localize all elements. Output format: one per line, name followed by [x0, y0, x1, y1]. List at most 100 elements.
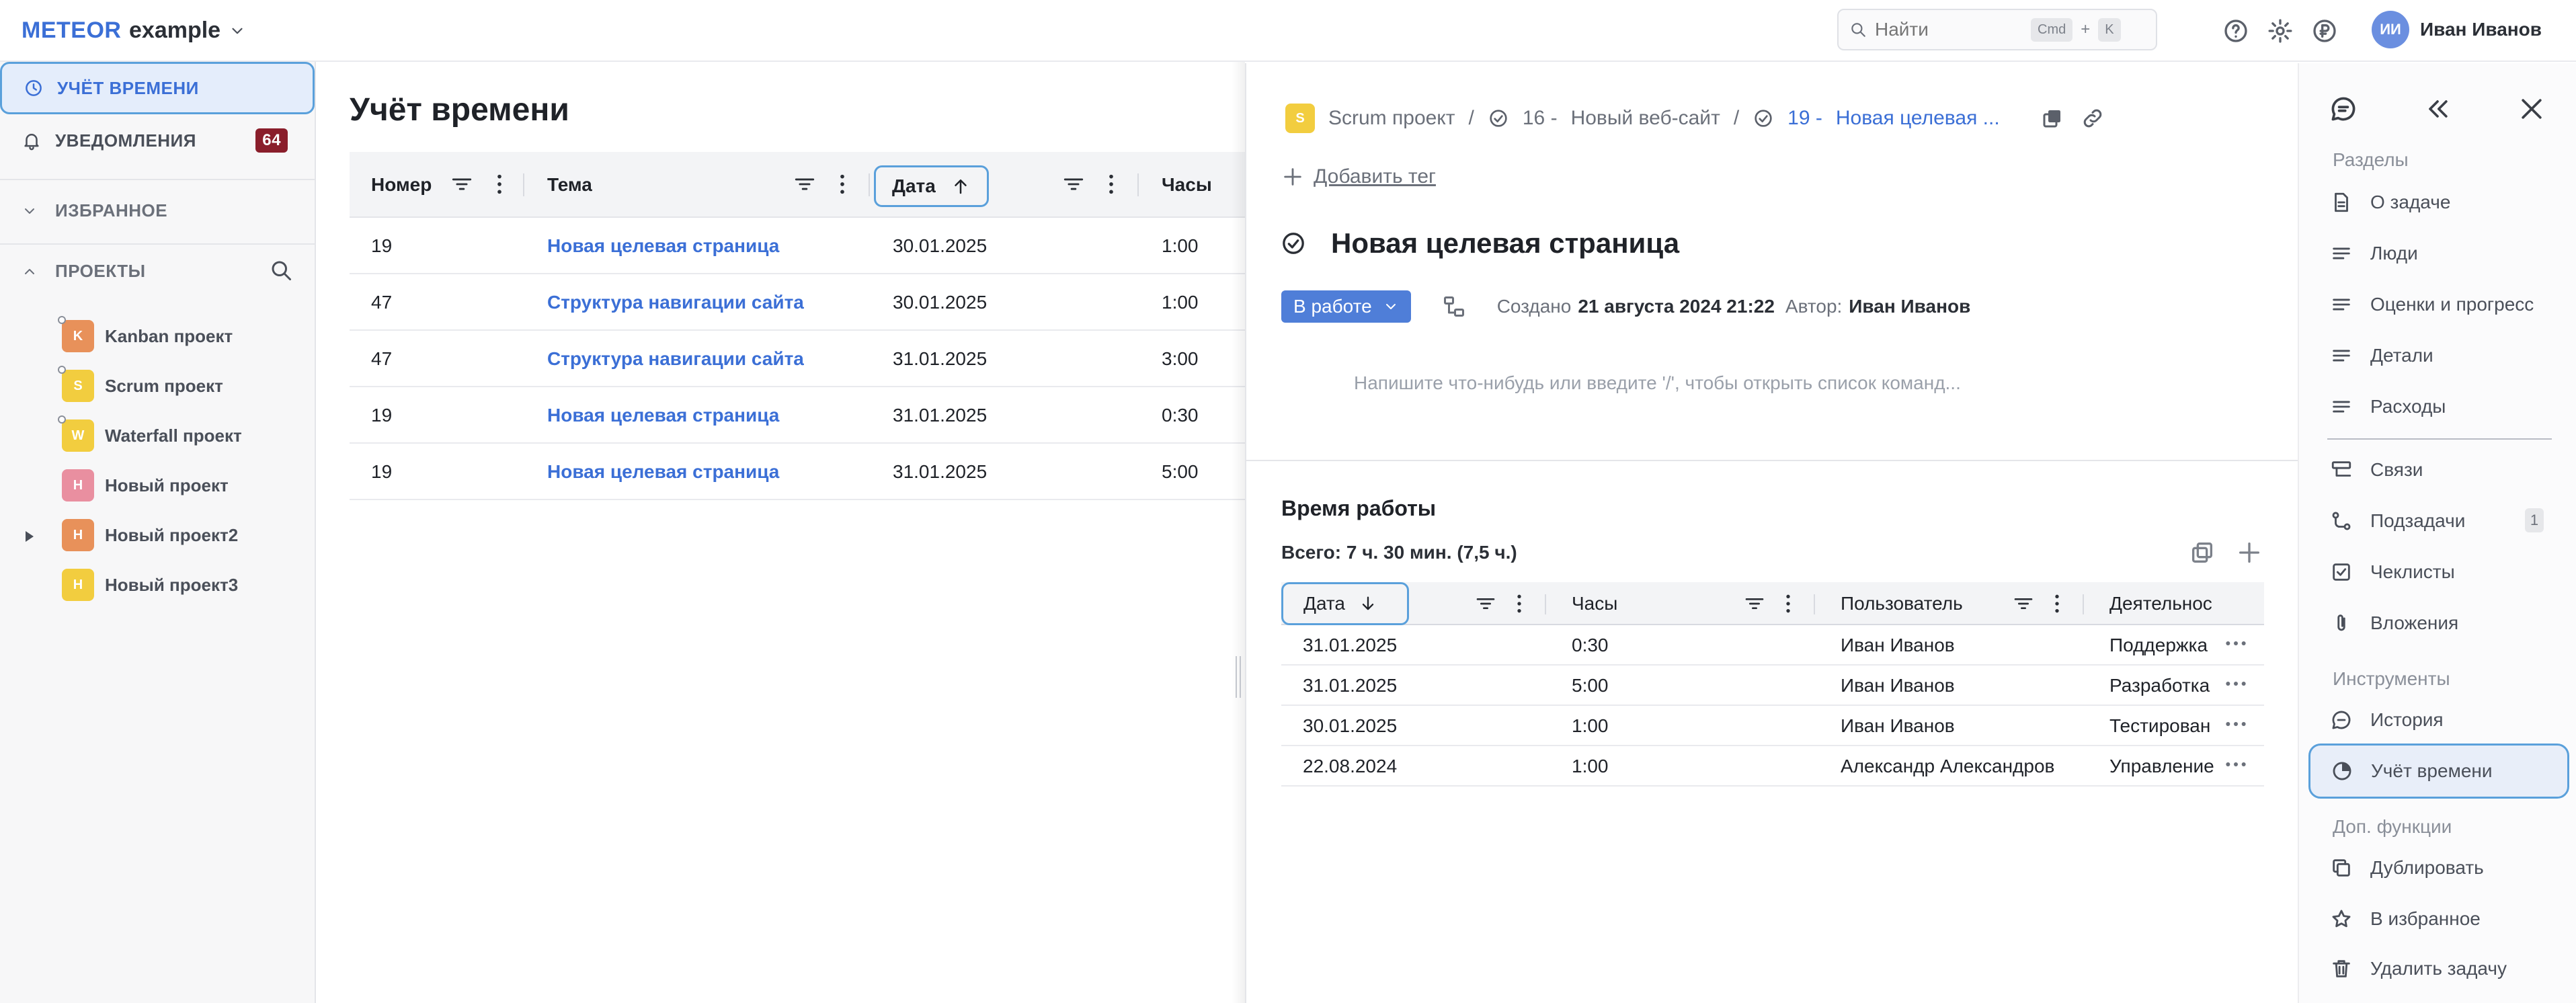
rail-item-delete[interactable]: Удалить задачу	[2330, 957, 2507, 980]
description-editor[interactable]: Напишите что-нибудь или введите '/', что…	[1354, 372, 1961, 394]
more-vertical-icon[interactable]	[1508, 590, 1530, 617]
table-row[interactable]: 19 Новая целевая страница 31.01.2025 5:0…	[350, 444, 1291, 500]
more-vertical-icon[interactable]	[488, 171, 511, 198]
subtask-hierarchy-icon[interactable]	[1442, 294, 1466, 319]
more-vertical-icon[interactable]	[1100, 171, 1123, 198]
more-vertical-icon[interactable]	[2046, 590, 2068, 617]
user-menu[interactable]: ИИ Иван Иванов	[2372, 11, 2542, 48]
search-box[interactable]: Cmd + K	[1837, 9, 2157, 50]
cell-hours: 5:00	[1572, 675, 1609, 696]
column-separator[interactable]	[1814, 594, 1815, 614]
filter-icon[interactable]	[2013, 590, 2034, 617]
rail-item-checklists[interactable]: Чеклисты	[2330, 561, 2455, 584]
rail-item-history[interactable]: История	[2330, 709, 2444, 731]
sidebar-item-notifications[interactable]: УВЕДОМЛЕНИЯ 64	[0, 114, 315, 167]
cell-topic-link[interactable]: Структура навигации сайта	[547, 274, 804, 331]
column-separator[interactable]	[1545, 594, 1546, 614]
more-horizontal-icon[interactable]	[2222, 754, 2249, 774]
column-header-hours[interactable]: Часы	[1162, 152, 1212, 218]
table-row[interactable]: 31.01.2025 0:30 Иван Иванов Поддержка	[1281, 625, 2264, 666]
cell-topic-link[interactable]: Новая целевая страница	[547, 387, 779, 444]
plus-icon[interactable]	[2236, 539, 2263, 566]
more-vertical-icon[interactable]	[1777, 590, 1799, 617]
breadcrumb-task-number[interactable]: 19 -	[1787, 107, 1822, 130]
column-header-date[interactable]: Дата	[874, 165, 989, 207]
add-tag-button[interactable]: Добавить тег	[1281, 165, 1436, 188]
task-title-text[interactable]: Новая целевая страница	[1331, 227, 1679, 259]
column-separator[interactable]	[869, 173, 870, 196]
breadcrumb-task[interactable]: Новая целевая ...	[1836, 107, 2000, 130]
copy-icon[interactable]	[2040, 106, 2064, 130]
workspace-switcher[interactable]: example	[129, 17, 246, 44]
rail-item-time-tracking[interactable]: Учёт времени	[2308, 744, 2569, 799]
table-row[interactable]: 30.01.2025 1:00 Иван Иванов Тестирован	[1281, 706, 2264, 746]
rail-item-attachments[interactable]: Вложения	[2330, 612, 2458, 635]
search-icon[interactable]	[269, 258, 293, 282]
column-header-hours[interactable]: Часы	[1572, 582, 1617, 625]
sidebar-project-kanban[interactable]: K Kanban проект	[58, 316, 233, 352]
brand-logo[interactable]: METEOR	[22, 17, 121, 44]
table-row[interactable]: 47 Структура навигации сайта 31.01.2025 …	[350, 331, 1291, 387]
author-value[interactable]: Иван Иванов	[1849, 296, 1970, 317]
more-horizontal-icon[interactable]	[2222, 714, 2249, 734]
column-header-number[interactable]: Номер	[371, 152, 432, 218]
table-row[interactable]: 47 Структура навигации сайта 30.01.2025 …	[350, 274, 1291, 331]
sidebar-project-new3[interactable]: Н Новый проект3	[62, 569, 238, 601]
filter-icon[interactable]	[450, 171, 473, 198]
rail-item-details[interactable]: Детали	[2330, 344, 2433, 367]
projects-section-toggle[interactable]: ПРОЕКТЫ	[22, 261, 146, 282]
column-separator[interactable]	[1137, 173, 1139, 196]
breadcrumb-project[interactable]: Scrum проект	[1328, 107, 1455, 130]
table-row[interactable]: 22.08.2024 1:00 Александр Александров Уп…	[1281, 746, 2264, 787]
status-dropdown[interactable]: В работе	[1281, 290, 1411, 323]
table-row[interactable]: 19 Новая целевая страница 30.01.2025 1:0…	[350, 218, 1291, 274]
more-horizontal-icon[interactable]	[2222, 674, 2249, 694]
close-icon[interactable]	[2517, 94, 2546, 124]
cell-topic-link[interactable]: Структура навигации сайта	[547, 331, 804, 387]
filter-icon[interactable]	[1475, 590, 1496, 617]
table-row[interactable]: 31.01.2025 5:00 Иван Иванов Разработка	[1281, 666, 2264, 706]
column-header-user[interactable]: Пользователь	[1841, 582, 1963, 625]
search-input[interactable]	[1875, 19, 2023, 40]
more-horizontal-icon[interactable]	[2222, 633, 2249, 653]
column-separator[interactable]	[2083, 594, 2084, 614]
ruble-icon[interactable]	[2311, 17, 2338, 44]
filter-icon[interactable]	[1744, 590, 1765, 617]
more-vertical-icon[interactable]	[831, 171, 854, 198]
filter-icon[interactable]	[1062, 171, 1085, 198]
comment-icon[interactable]	[2329, 94, 2358, 124]
sidebar-project-scrum[interactable]: S Scrum проект	[58, 366, 223, 402]
breadcrumb-parent[interactable]: Новый веб-сайт	[1571, 107, 1720, 130]
expand-caret-icon[interactable]	[26, 531, 34, 542]
column-separator[interactable]	[523, 173, 524, 196]
rail-item-duplicate[interactable]: Дублировать	[2330, 856, 2484, 879]
help-icon[interactable]	[2222, 17, 2249, 44]
column-header-activity[interactable]: Деятельнос	[2109, 582, 2217, 625]
rail-item-label: Чеклисты	[2370, 561, 2455, 582]
column-header-date[interactable]: Дата	[1281, 582, 1409, 625]
sidebar-project-waterfall[interactable]: W Waterfall проект	[58, 415, 242, 452]
cell-topic-link[interactable]: Новая целевая страница	[547, 218, 779, 274]
rail-item-favorite[interactable]: В избранное	[2330, 908, 2481, 930]
task-check-icon[interactable]	[1280, 230, 1307, 257]
favorites-section-toggle[interactable]: ИЗБРАННОЕ	[22, 200, 167, 221]
cell-topic-link[interactable]: Новая целевая страница	[547, 444, 779, 500]
rail-item-estimates[interactable]: Оценки и прогресс	[2330, 293, 2534, 316]
copy-icon[interactable]	[2189, 539, 2216, 566]
rail-item-people[interactable]: Люди	[2330, 242, 2418, 265]
link-icon[interactable]	[2081, 106, 2105, 130]
column-header-topic[interactable]: Тема	[547, 152, 592, 218]
rail-item-links[interactable]: Связи	[2330, 458, 2423, 481]
collapse-double-chevron-icon[interactable]	[2423, 94, 2452, 124]
gear-icon[interactable]	[2267, 17, 2294, 44]
panel-resize-handle[interactable]	[1236, 656, 1241, 698]
rail-item-subtasks[interactable]: Подзадачи	[2330, 510, 2465, 532]
sidebar-project-new2[interactable]: Н Новый проект2	[62, 519, 238, 551]
table-row[interactable]: 19 Новая целевая страница 31.01.2025 0:3…	[350, 387, 1291, 444]
breadcrumb-parent-number[interactable]: 16 -	[1523, 107, 1558, 130]
rail-item-expenses[interactable]: Расходы	[2330, 395, 2446, 418]
sidebar-project-new[interactable]: Н Новый проект	[62, 469, 229, 501]
sidebar-item-time-tracking[interactable]: УЧЁТ ВРЕМЕНИ	[0, 62, 315, 114]
rail-item-about[interactable]: О задаче	[2330, 191, 2450, 214]
filter-icon[interactable]	[793, 171, 816, 198]
